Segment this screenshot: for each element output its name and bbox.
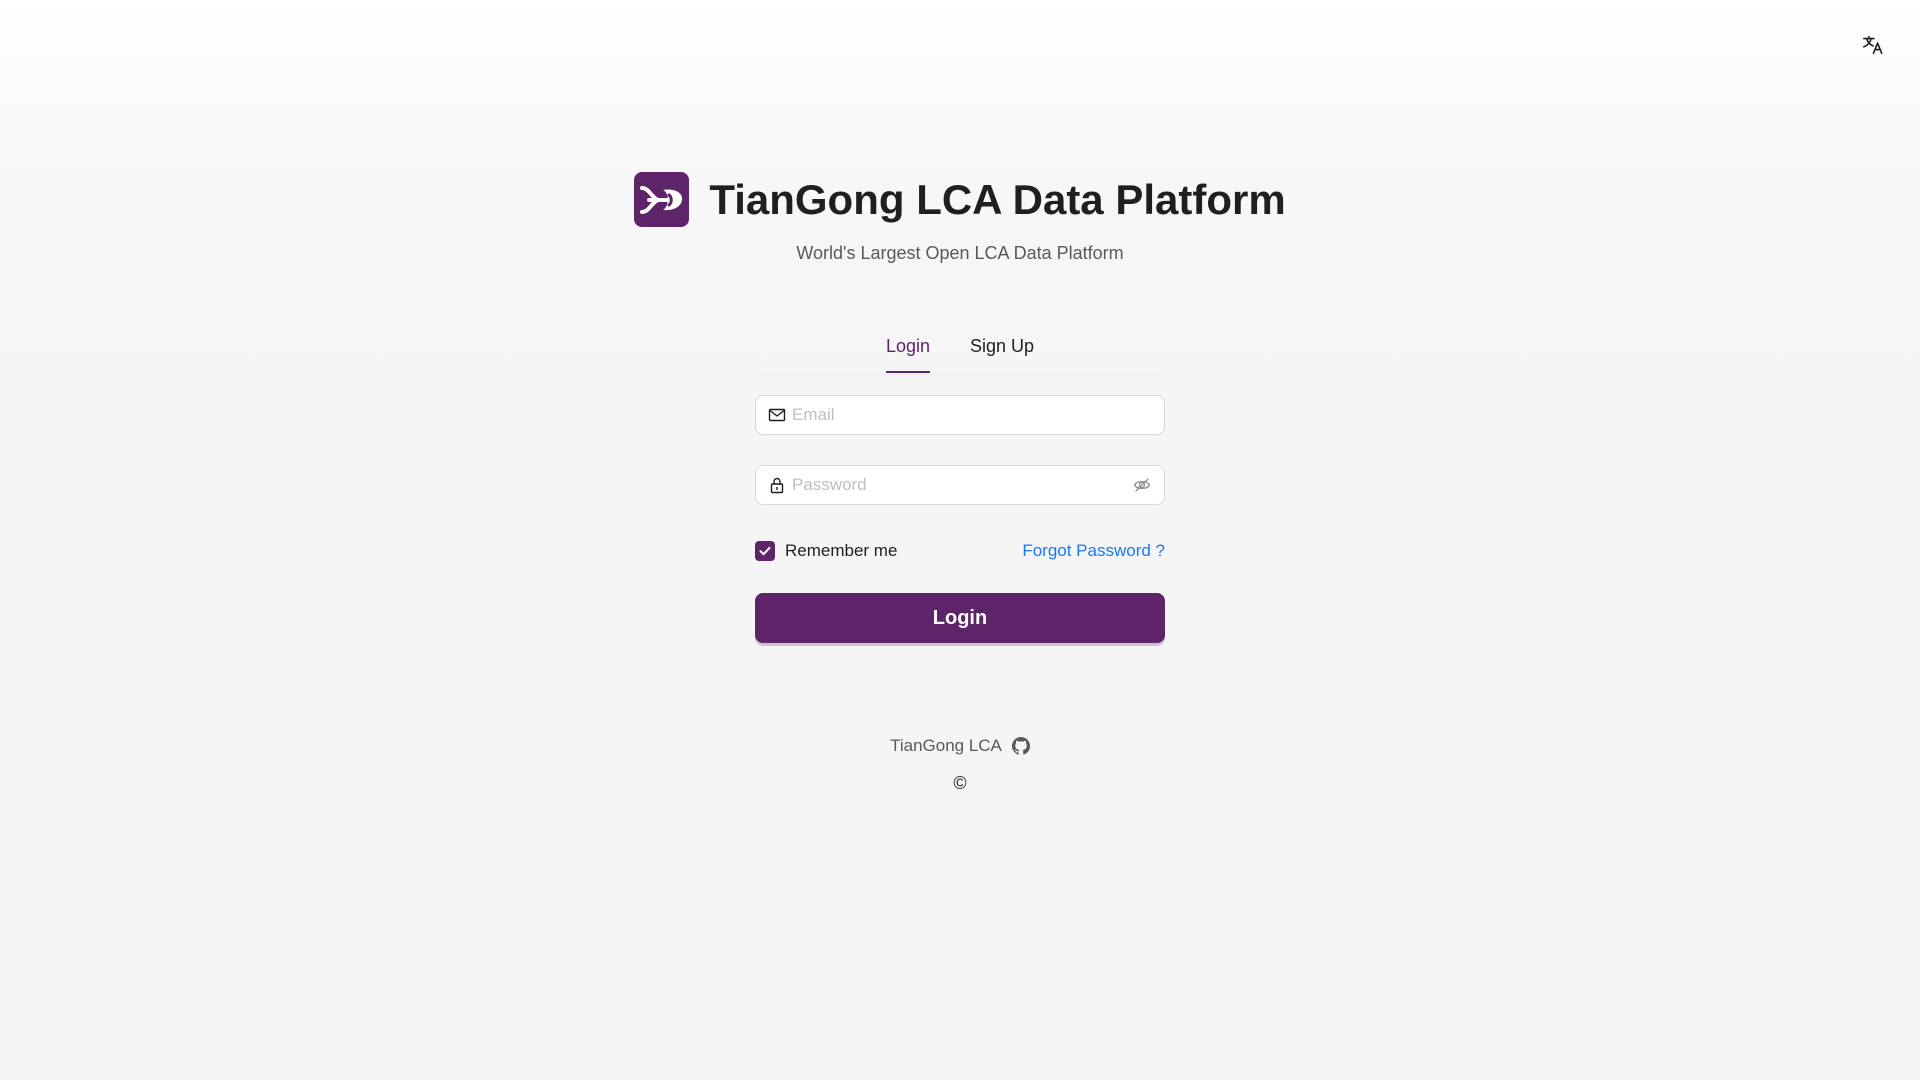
form-options-row: Remember me Forgot Password ?: [755, 539, 1165, 563]
github-icon[interactable]: [1011, 737, 1030, 755]
page-subtitle: World's Largest Open LCA Data Platform: [796, 243, 1124, 263]
auth-tabs: Login Sign Up: [755, 326, 1165, 375]
tab-login[interactable]: Login: [885, 326, 931, 373]
login-button[interactable]: Login: [755, 593, 1165, 643]
remember-me-label: Remember me: [785, 541, 898, 560]
footer-brand-link[interactable]: TianGong LCA: [890, 736, 1002, 756]
email-input[interactable]: [792, 405, 1152, 425]
password-input[interactable]: [792, 475, 1132, 495]
tab-sign-up[interactable]: Sign Up: [970, 326, 1034, 373]
language-switch-button[interactable]: [1860, 32, 1886, 58]
eye-invisible-icon[interactable]: [1132, 475, 1152, 495]
checkbox-checked-icon[interactable]: [755, 541, 775, 561]
logo-icon: [639, 185, 682, 214]
footer: TianGong LCA: [0, 736, 1920, 756]
copyright-symbol: ©: [953, 773, 967, 793]
email-field[interactable]: [755, 395, 1165, 435]
mail-icon: [768, 406, 786, 424]
forgot-password-link[interactable]: Forgot Password ?: [1022, 541, 1165, 561]
translate-icon: [1863, 35, 1883, 55]
lock-icon: [768, 476, 786, 494]
login-form: Login Sign Up Email Remember me Forgot P…: [755, 326, 1165, 643]
page-title: TianGong LCA Data Platform: [709, 176, 1286, 223]
logo: [634, 172, 690, 227]
remember-me-checkbox[interactable]: Remember me: [755, 541, 897, 561]
password-field[interactable]: [755, 465, 1165, 505]
page-header: TianGong LCA Data Platform: [0, 172, 1920, 227]
